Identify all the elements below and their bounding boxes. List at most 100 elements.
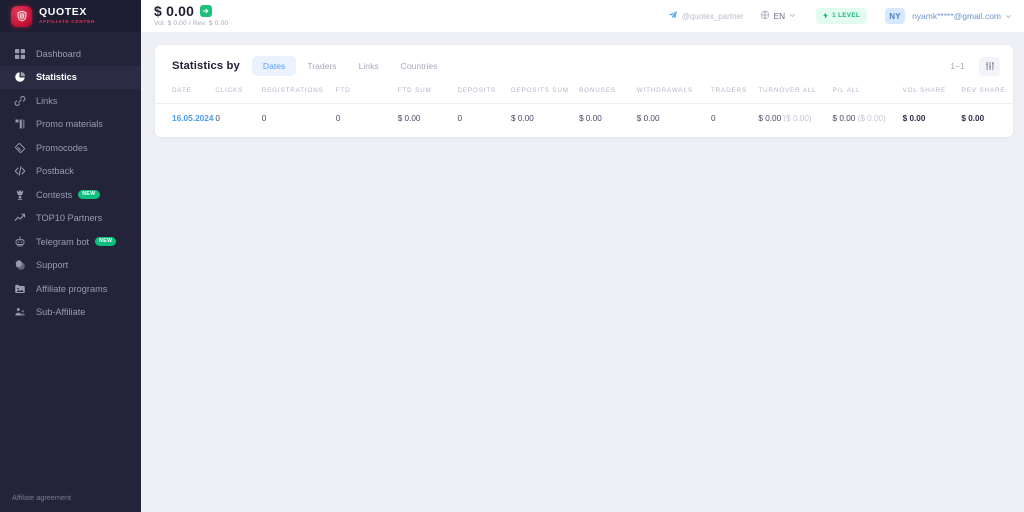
support-icon [12, 258, 27, 273]
globe-icon [760, 10, 774, 22]
cell-bonuses: $ 0.00 [579, 103, 637, 137]
cell-turnover-all-secondary: ($ 0.00) [783, 113, 812, 123]
trophy-icon [12, 187, 27, 202]
avatar: NY [885, 8, 906, 24]
telegram-handle: @quotex_partner [681, 11, 744, 21]
sidebar-item-label: Affiliate programs [36, 283, 108, 294]
cell-traders: 0 [710, 103, 759, 137]
sidebar-item-label: Statistics [36, 72, 77, 83]
column-header-clicks[interactable]: CLICKS [215, 85, 261, 104]
tab-links[interactable]: Links [348, 56, 390, 76]
share-users-icon [12, 305, 27, 320]
chevron-down-icon [789, 11, 800, 21]
cell-rev-share: $ 0.00 [961, 103, 1013, 137]
column-header-traders[interactable]: TRADERS [711, 85, 758, 104]
statistics-tabs: Dates Traders Links Countries [251, 56, 449, 76]
sidebar-item-dashboard[interactable]: Dashboard [0, 42, 141, 66]
language-label: EN [773, 11, 786, 21]
table-body: 16.05.2024 0 0 0 $ 0.00 0 $ 0.00 $ 0.00 … [155, 103, 1013, 137]
lightning-icon [822, 12, 832, 21]
card-header-right: 1–1 [950, 56, 1000, 76]
cell-ftd: 0 [335, 103, 398, 137]
tab-countries[interactable]: Countries [390, 56, 449, 76]
sidebar-item-sub-affiliate[interactable]: Sub-Affiliate [0, 301, 141, 325]
badge-new: NEW [78, 190, 100, 200]
sidebar-item-label: Contests [36, 189, 73, 200]
sidebar-item-label: Links [36, 95, 58, 106]
sidebar-item-contests[interactable]: Contests NEW [0, 183, 141, 207]
cell-deposits: 0 [457, 103, 512, 137]
column-header-rev-share[interactable]: REV SHARE [961, 85, 1013, 104]
arrow-right-icon[interactable] [200, 5, 213, 18]
main-area: $ 0.00 Vol: $ 0.00 / Rev: $ 0.00 @quotex… [141, 0, 1024, 512]
cell-withdrawals: $ 0.00 [636, 103, 711, 137]
sidebar-item-affiliate-programs[interactable]: Affiliate programs [0, 277, 141, 301]
tab-traders[interactable]: Traders [296, 56, 347, 76]
cell-deposits-sum: $ 0.00 [511, 103, 580, 137]
statistics-table: DATE CLICKS REGISTRATIONS FTD FTD SUM DE… [155, 85, 1013, 137]
tab-dates[interactable]: Dates [251, 56, 297, 76]
cell-date[interactable]: 16.05.2024 [155, 103, 216, 137]
column-header-turnover-all[interactable]: TURNOVER ALL [758, 85, 832, 104]
column-header-ftd-sum[interactable]: FTD SUM [398, 85, 458, 104]
sidebar-item-statistics[interactable]: Statistics [0, 65, 141, 89]
card-header: Statistics by Dates Traders Links Countr… [155, 45, 1013, 85]
link-icon [12, 93, 27, 108]
balance-amount: $ 0.00 [154, 3, 195, 20]
sidebar-item-label: Dashboard [36, 48, 81, 59]
brand-title: QUOTEX [39, 6, 87, 19]
column-header-deposits-sum[interactable]: DEPOSITS SUM [511, 85, 579, 104]
statistics-card: Statistics by Dates Traders Links Countr… [155, 45, 1013, 137]
trending-up-icon [12, 211, 27, 226]
sidebar-item-label: Support [36, 260, 69, 271]
sidebar-item-telegram-bot[interactable]: Telegram bot NEW [0, 230, 141, 254]
sidebar: QUOTEX AFFILIATE CENTER Dashboard Statis… [0, 0, 141, 512]
sidebar-item-top10-partners[interactable]: TOP10 Partners [0, 207, 141, 231]
quotex-shield-icon [11, 5, 32, 27]
sidebar-item-promocodes[interactable]: Promocodes [0, 136, 141, 160]
topbar: $ 0.00 Vol: $ 0.00 / Rev: $ 0.00 @quotex… [141, 0, 1024, 32]
page-title: Statistics by [172, 60, 240, 72]
sidebar-item-support[interactable]: Support [0, 254, 141, 278]
column-header-bonuses[interactable]: BONUSES [579, 85, 637, 104]
cell-turnover-all: $ 0.00 ($ 0.00) [758, 103, 833, 137]
cell-pl-all: $ 0.00 ($ 0.00) [832, 103, 903, 137]
sidebar-item-label: Promo materials [36, 119, 103, 130]
column-header-registrations[interactable]: REGISTRATIONS [262, 85, 336, 104]
code-icon [12, 164, 27, 179]
topbar-right-group: @quotex_partner EN 1 LEVEL NY nyamk*****… [668, 7, 1012, 25]
telegram-channel-link[interactable]: @quotex_partner [668, 10, 744, 22]
table-row[interactable]: 16.05.2024 0 0 0 $ 0.00 0 $ 0.00 $ 0.00 … [155, 103, 1013, 137]
sidebar-item-label: Promocodes [36, 142, 88, 153]
chevron-down-icon [1005, 7, 1012, 25]
sidebar-item-label: Sub-Affiliate [36, 307, 86, 318]
column-header-deposits[interactable]: DEPOSITS [457, 85, 511, 104]
balance-block: $ 0.00 Vol: $ 0.00 / Rev: $ 0.00 [154, 4, 228, 28]
table-header-row: DATE CLICKS REGISTRATIONS FTD FTD SUM DE… [155, 85, 1013, 104]
column-header-vol-share[interactable]: VOL SHARE [903, 85, 962, 104]
column-header-pl-all[interactable]: P/L ALL [833, 85, 903, 104]
pagination-range: 1–1 [950, 61, 965, 71]
sidebar-item-promo-materials[interactable]: Promo materials [0, 113, 141, 137]
robot-icon [12, 234, 27, 249]
column-header-withdrawals[interactable]: WITHDRAWALS [637, 85, 711, 104]
sidebar-item-label: Postback [36, 166, 74, 177]
level-badge[interactable]: 1 LEVEL [816, 7, 868, 25]
columns-settings-icon[interactable] [979, 56, 1000, 76]
affiliate-agreement-link[interactable]: Affilate agreement [0, 493, 141, 512]
column-header-ftd[interactable]: FTD [336, 85, 398, 104]
cell-pl-all-value: $ 0.00 [832, 113, 856, 123]
sidebar-item-label: TOP10 Partners [36, 213, 103, 224]
brand-logo-block[interactable]: QUOTEX AFFILIATE CENTER [0, 0, 141, 32]
account-menu[interactable]: NY nyamk*****@gmail.com [885, 7, 1012, 25]
sidebar-item-label: Telegram bot [36, 236, 90, 247]
sidebar-item-postback[interactable]: Postback [0, 160, 141, 184]
banner-icon [12, 117, 27, 132]
language-selector[interactable]: EN [760, 10, 801, 22]
cell-vol-share: $ 0.00 [902, 103, 962, 137]
cell-ftd-sum: $ 0.00 [397, 103, 458, 137]
pie-chart-icon [12, 70, 27, 85]
sidebar-item-links[interactable]: Links [0, 89, 141, 113]
column-header-date[interactable]: DATE [155, 85, 215, 104]
level-label: 1 LEVEL [832, 12, 861, 20]
